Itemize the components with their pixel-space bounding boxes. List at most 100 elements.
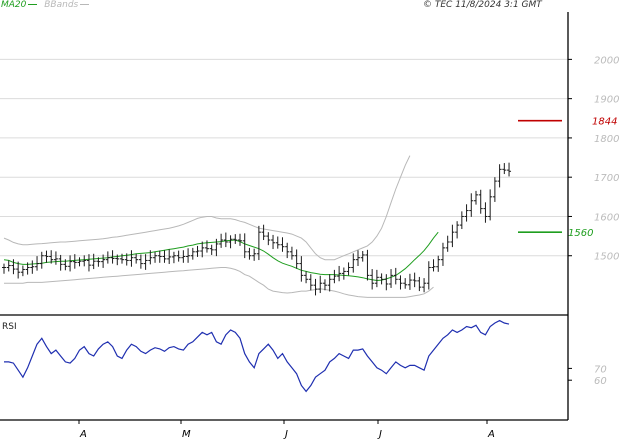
price-bar xyxy=(153,251,158,263)
price-bar xyxy=(431,259,436,272)
price-bar xyxy=(464,204,469,222)
chart-stage: 1844 1560 2000 1900 1800 1700 1600 1500 70 60 A M… xyxy=(0,0,627,440)
price-bar xyxy=(190,247,195,260)
price-bar xyxy=(483,202,488,223)
price-tick-label: 1800 xyxy=(594,134,619,145)
price-bar xyxy=(209,244,214,255)
price-bar xyxy=(39,251,44,269)
price-bar xyxy=(412,272,417,288)
price-bar xyxy=(308,274,313,291)
price-bar xyxy=(53,251,58,265)
price-bar xyxy=(219,233,224,248)
price-bar xyxy=(228,235,233,249)
price-bar xyxy=(44,250,49,263)
price-bar xyxy=(502,163,507,175)
price-tick-label: 1500 xyxy=(594,252,619,263)
price-tick-label: 2000 xyxy=(594,55,619,66)
price-bar xyxy=(407,273,412,290)
price-bar xyxy=(138,254,143,269)
x-axis-ticks: AMJJA xyxy=(78,420,495,440)
price-bar xyxy=(322,279,327,291)
price-bar xyxy=(162,250,167,263)
price-bar xyxy=(313,278,318,296)
price-bar xyxy=(271,234,276,250)
price-bar xyxy=(341,267,346,280)
price-bar xyxy=(266,232,271,246)
price-bar xyxy=(247,247,252,260)
price-bar xyxy=(346,262,351,276)
price-bar xyxy=(492,177,497,202)
price-bar xyxy=(422,278,427,293)
price-bar xyxy=(233,234,238,244)
price-bar xyxy=(389,269,394,288)
price-bar xyxy=(157,250,162,263)
price-bar xyxy=(478,189,483,214)
price-bar xyxy=(200,241,205,258)
copyright-timestamp: © TEC 11/8/2024 3:1 GMT xyxy=(423,0,542,10)
x-tick-label: A xyxy=(487,429,495,440)
price-bar xyxy=(469,193,474,217)
price-bar xyxy=(445,235,450,252)
price-bar xyxy=(171,251,176,264)
price-bar xyxy=(30,260,35,274)
x-tick-label: A xyxy=(79,429,87,440)
price-bar xyxy=(238,233,242,246)
price-bar xyxy=(356,250,360,266)
price-bar xyxy=(82,255,87,267)
price-bar xyxy=(6,260,11,272)
level-label-0: 1844 xyxy=(592,117,617,128)
price-bar xyxy=(86,254,91,272)
legend: MA20 BBands xyxy=(1,0,90,10)
chart-svg: 1844 1560 2000 1900 1800 1700 1600 1500 7060 A M… xyxy=(0,12,619,440)
price-bar xyxy=(374,269,379,288)
price-bar xyxy=(426,261,431,290)
y-axis-ticks: 2000 1900 1800 1700 1600 1500 7060 xyxy=(568,55,619,387)
price-bar xyxy=(360,251,365,262)
price-bar xyxy=(261,224,266,241)
x-tick-label: M xyxy=(182,429,191,440)
price-bar xyxy=(68,255,73,272)
price-bar xyxy=(327,274,332,292)
legend-bbands-swatch xyxy=(80,4,90,5)
price-bar xyxy=(403,278,408,289)
price-bar xyxy=(223,232,228,248)
price-bar xyxy=(507,162,512,177)
rsi-line-group xyxy=(4,319,510,393)
legend-bbands: BBands xyxy=(44,0,90,10)
legend-ma20-label: MA20 xyxy=(1,0,27,10)
x-tick-label: J xyxy=(377,429,382,440)
price-bar xyxy=(332,269,337,284)
rsi-panel-label: RSI xyxy=(2,322,17,332)
price-bar xyxy=(450,224,455,248)
price-bar xyxy=(101,254,106,268)
price-bar xyxy=(474,190,478,205)
price-bar xyxy=(379,273,384,285)
price-bar xyxy=(384,274,389,291)
price-bar xyxy=(289,246,294,260)
price-bar xyxy=(299,256,304,282)
price-bar xyxy=(143,254,148,270)
price-bar xyxy=(455,221,460,239)
price-bar xyxy=(398,275,403,290)
price-bar xyxy=(58,254,63,271)
price-bar xyxy=(77,257,82,267)
bbands-lower-line xyxy=(4,267,434,298)
price-bar xyxy=(459,211,464,230)
price-bar xyxy=(129,250,134,267)
rsi-line xyxy=(4,319,510,393)
price-bar xyxy=(497,164,502,188)
price-bar xyxy=(2,263,6,274)
rsi-tick-label: 60 xyxy=(594,376,607,387)
price-bar xyxy=(365,249,370,281)
price-bar xyxy=(280,237,285,252)
price-bar xyxy=(351,253,356,273)
price-bar xyxy=(337,265,342,282)
price-bar xyxy=(275,236,280,249)
legend-ma20-swatch xyxy=(28,4,38,5)
legend-bbands-label: BBands xyxy=(44,0,79,10)
price-bars xyxy=(2,162,512,296)
price-tick-label: 1600 xyxy=(594,212,619,223)
price-bar xyxy=(318,275,323,294)
price-bar xyxy=(252,248,257,261)
level-label-1: 1560 xyxy=(568,228,593,239)
